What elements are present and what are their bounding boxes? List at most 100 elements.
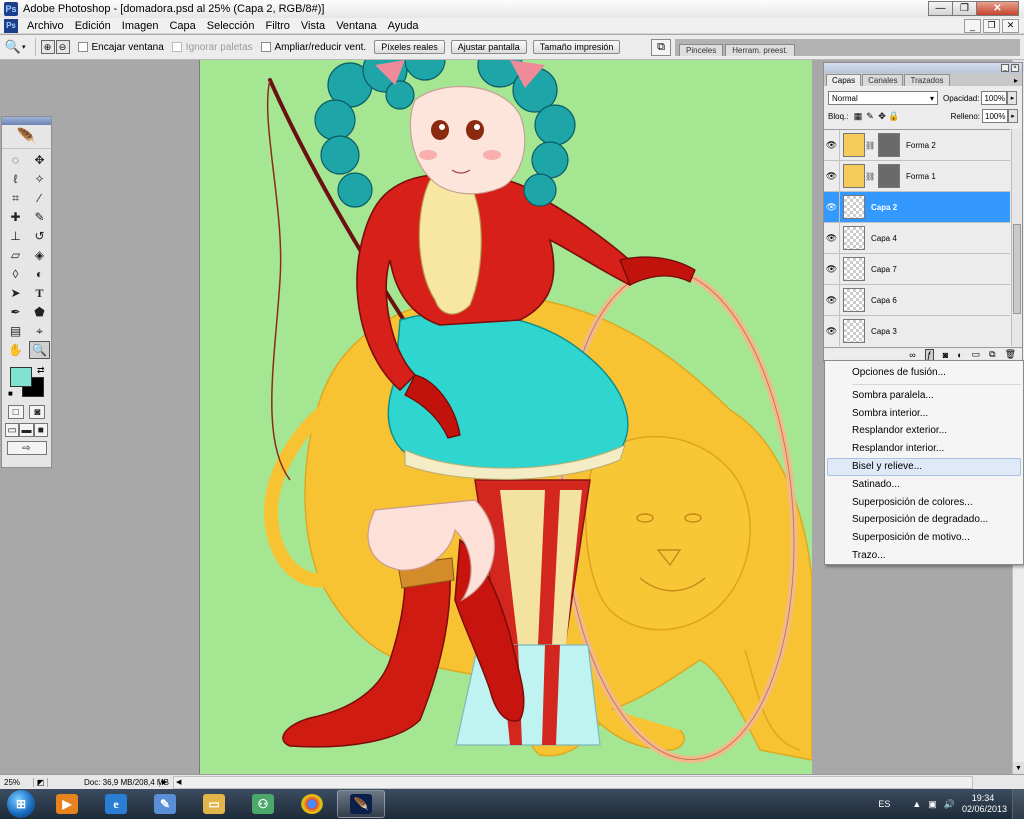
menu-item-gradient-overlay[interactable]: Superposición de degradado... — [825, 511, 1023, 529]
palette-close-icon[interactable]: × — [1011, 64, 1019, 72]
menu-item-satin[interactable]: Satinado... — [825, 476, 1023, 494]
add-mask-icon[interactable]: ◙ — [943, 350, 948, 360]
tab-trazados[interactable]: Trazados — [904, 74, 950, 86]
fit-screen-button[interactable]: Ajustar pantalla — [450, 40, 527, 54]
volume-icon[interactable]: 🔊 — [944, 799, 955, 810]
tool-preset-chevron-icon[interactable]: ▾ — [22, 43, 26, 51]
minimize-button[interactable]: — — [928, 1, 953, 16]
document-horizontal-scrollbar[interactable]: ◀ — [173, 775, 973, 789]
menu-item-drop-shadow[interactable]: Sombra paralela... — [825, 387, 1023, 405]
adjustment-layer-icon[interactable]: ◐ — [957, 350, 962, 360]
scroll-down-icon[interactable]: ▼ — [1013, 762, 1024, 774]
move-tool-icon[interactable]: ✥ — [29, 151, 50, 169]
opacity-input[interactable]: 100% — [981, 91, 1008, 105]
visibility-eye-icon[interactable]: 👁 — [824, 191, 840, 223]
full-screen-menu-mode-icon[interactable]: ▬ — [19, 423, 34, 437]
magic-wand-tool-icon[interactable]: ✧ — [29, 170, 50, 188]
crop-tool-icon[interactable]: ⌗ — [5, 189, 26, 207]
menu-item-stroke[interactable]: Trazo... — [825, 547, 1023, 565]
zoom-in-icon[interactable]: ⊕ — [40, 40, 55, 54]
paint-bucket-tool-icon[interactable]: ◈ — [29, 246, 50, 264]
menu-item-outer-glow[interactable]: Resplandor exterior... — [825, 422, 1023, 440]
fit-window-checkbox[interactable]: Encajar ventana — [77, 42, 164, 53]
layer-row-forma-1[interactable]: 👁 ⛓ Forma 1 — [824, 160, 1010, 192]
clone-stamp-tool-icon[interactable]: ⊥ — [5, 227, 26, 245]
visibility-eye-icon[interactable]: 👁 — [824, 284, 840, 316]
layers-scrollbar[interactable] — [1011, 129, 1022, 346]
photoshop-icon[interactable]: 🪶 — [337, 790, 385, 818]
tab-brushes[interactable]: Pinceles — [679, 44, 724, 56]
doc-restore-button[interactable]: ❐ — [983, 18, 1000, 33]
layer-row-forma-2[interactable]: 👁 ⛓ Forma 2 — [824, 130, 1010, 161]
visibility-eye-icon[interactable]: 👁 — [824, 253, 840, 285]
actual-pixels-button[interactable]: Píxeles reales — [374, 40, 445, 54]
chrome-icon[interactable] — [288, 790, 336, 818]
healing-brush-tool-icon[interactable]: ✚ — [5, 208, 26, 226]
file-explorer-icon[interactable]: ▭ — [190, 790, 238, 818]
show-hidden-icons-icon[interactable]: ▲ — [912, 799, 921, 809]
history-brush-tool-icon[interactable]: ↺ — [29, 227, 50, 245]
foreground-color-swatch[interactable] — [10, 367, 32, 387]
show-desktop-button[interactable] — [1012, 789, 1024, 819]
lock-all-icon[interactable]: 🔒 — [888, 111, 899, 122]
menu-archivo[interactable]: Archivo — [22, 20, 70, 32]
path-selection-tool-icon[interactable]: ➤ — [5, 284, 26, 302]
layer-row-capa-4[interactable]: 👁 Capa 4 — [824, 222, 1010, 254]
layer-row-capa-3[interactable]: 👁 Capa 3 — [824, 315, 1010, 346]
layer-row-capa-6[interactable]: 👁 Capa 6 — [824, 284, 1010, 316]
jump-to-imageready-icon[interactable]: ⇨ — [6, 441, 47, 455]
photoshop-app-icon[interactable]: Ps — [4, 2, 18, 16]
layers-scroll-thumb[interactable] — [1013, 224, 1021, 314]
mask-link-icon[interactable]: ⛓ — [865, 172, 875, 181]
visibility-eye-icon[interactable]: 👁 — [824, 130, 840, 161]
menu-item-blending-options[interactable]: Opciones de fusión... — [825, 364, 1023, 382]
network-icon[interactable]: ⚇ — [239, 790, 287, 818]
menu-capa[interactable]: Capa — [164, 20, 201, 32]
clock[interactable]: 19:34 02/06/2013 — [962, 793, 1007, 815]
standard-screen-mode-icon[interactable]: ▭ — [5, 423, 20, 437]
zoom-tool-icon[interactable]: 🔍 — [29, 341, 50, 359]
menu-item-bevel-emboss[interactable]: Bisel y relieve... — [827, 457, 1021, 476]
menu-edicion[interactable]: Edición — [70, 20, 117, 32]
language-indicator[interactable]: ES — [878, 799, 890, 809]
hand-tool-icon[interactable]: ✋ — [5, 341, 26, 359]
palette-menu-icon[interactable]: ▸ — [1014, 76, 1022, 86]
tab-tool-presets[interactable]: Herram. preest. — [725, 44, 795, 56]
palette-minimize-icon[interactable]: _ — [1001, 64, 1009, 72]
visibility-eye-icon[interactable]: 👁 — [824, 315, 840, 346]
network-status-icon[interactable]: ▣ — [928, 799, 937, 810]
print-size-button[interactable]: Tamaño impresión — [532, 40, 621, 54]
blur-tool-icon[interactable]: ◊ — [5, 265, 26, 283]
menu-filtro[interactable]: Filtro — [260, 20, 295, 32]
visibility-eye-icon[interactable]: 👁 — [824, 222, 840, 254]
lock-pixels-icon[interactable]: ✎ — [864, 111, 875, 122]
close-button[interactable]: ✕ — [976, 1, 1019, 16]
standard-mode-icon[interactable]: □ — [7, 405, 24, 419]
brush-tool-icon[interactable]: ✎ — [29, 208, 50, 226]
ps-menu-icon[interactable]: Ps — [4, 18, 18, 33]
restore-button[interactable]: ❐ — [952, 1, 977, 16]
file-browser-icon[interactable]: ⧉ — [651, 39, 671, 56]
dodge-tool-icon[interactable]: ◐ — [29, 265, 50, 283]
slice-tool-icon[interactable]: ∕ — [29, 189, 50, 207]
menu-item-color-overlay[interactable]: Superposición de colores... — [825, 494, 1023, 512]
eyedropper-tool-icon[interactable]: ⌖ — [29, 322, 50, 340]
layers-palette-title-bar[interactable]: _ × — [824, 63, 1022, 73]
default-colors-icon[interactable]: ■ — [8, 389, 13, 398]
menu-vista[interactable]: Vista — [296, 20, 331, 32]
status-menu-icon[interactable]: ◩ — [34, 777, 48, 787]
menu-ayuda[interactable]: Ayuda — [383, 20, 425, 32]
lock-position-icon[interactable]: ✥ — [876, 111, 887, 122]
mask-link-icon[interactable]: ⛓ — [865, 141, 875, 150]
start-button[interactable]: ⊞ — [7, 790, 35, 818]
doc-minimize-button[interactable]: _ — [964, 18, 981, 33]
quick-mask-mode-icon[interactable]: ◙ — [29, 405, 46, 419]
marquee-tool-icon[interactable]: ◌ — [5, 151, 26, 169]
shape-tool-icon[interactable]: ⬟ — [29, 303, 50, 321]
menu-item-pattern-overlay[interactable]: Superposición de motivo... — [825, 529, 1023, 547]
tab-capas[interactable]: Capas — [826, 74, 862, 86]
delete-layer-icon[interactable]: 🗑 — [1005, 349, 1016, 360]
layer-style-icon[interactable]: ƒ — [924, 348, 934, 361]
toolbox-title-bar[interactable] — [2, 117, 51, 125]
zoom-icon[interactable]: 🔍 — [4, 39, 22, 55]
